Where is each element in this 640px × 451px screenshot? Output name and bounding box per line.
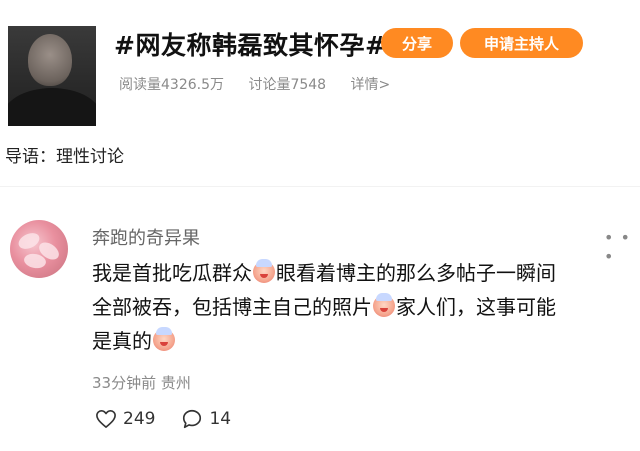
guide-text: 导语：理性讨论 [5,147,124,167]
comment-line-2: 全部被吞，包括博主自己的照片 [92,295,372,319]
avatar[interactable] [10,220,68,278]
clown-emoji-icon [153,327,175,351]
topic-stats: 阅读量4326.5万 讨论量7548 详情> [119,74,410,94]
reply-button[interactable]: 14 [181,408,231,430]
comment-time: 33分钟前 [92,374,157,392]
comment-meta: 33分钟前 贵州 [92,372,191,393]
like-count: 249 [123,409,156,429]
discussion-count: 讨论量7548 [248,77,327,93]
share-button[interactable]: 分享 [381,28,453,58]
topic-cover-image[interactable] [8,26,96,126]
comment-line-1: 我是首批吃瓜群众 [92,261,252,285]
comment-line-3: 是真的 [92,329,152,353]
heart-icon [96,410,116,428]
comment-line-1b: 眼看着博主的那么多帖子一瞬间 [276,261,556,285]
divider [0,186,640,187]
comment-icon [183,409,202,429]
comment-text: 我是首批吃瓜群众 眼看着博主的那么多帖子一瞬间 全部被吞，包括博主自己的照片 家人们… [92,256,622,358]
like-button[interactable]: 249 [95,409,155,429]
comment-actions: 249 14 [95,408,257,430]
read-count: 阅读量4326.5万 [119,77,224,93]
details-link[interactable]: 详情> [351,77,391,93]
comment-author[interactable]: 奔跑的奇异果 [92,224,200,250]
comment-line-2b: 家人们，这事可能 [396,295,556,319]
reply-count: 14 [209,409,232,429]
person-face [28,34,72,86]
clown-emoji-icon [373,293,395,317]
clown-emoji-icon [253,259,275,283]
comment-location: 贵州 [160,374,191,392]
apply-host-button[interactable]: 申请主持人 [460,28,583,58]
topic-title: #网友称韩磊致其怀孕# [114,31,387,60]
person-shoulders [8,88,96,126]
topic-header: #网友称韩磊致其怀孕# 分享 申请主持人 阅读量4326.5万 讨论量7548 … [0,0,640,128]
